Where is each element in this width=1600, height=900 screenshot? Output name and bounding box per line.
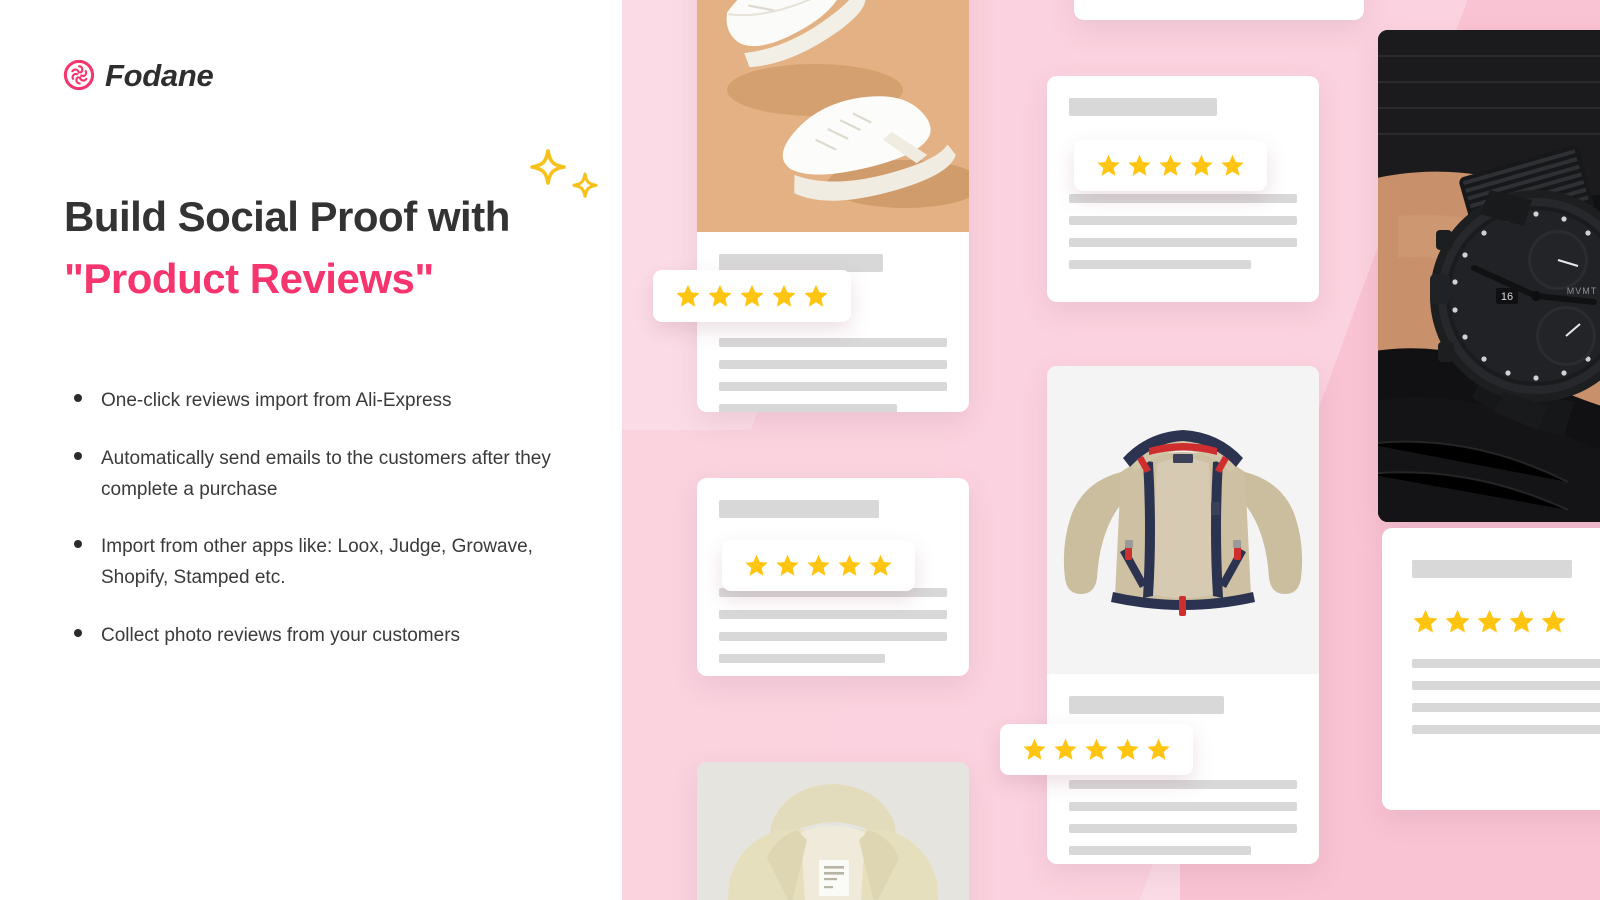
bullet-dot-icon <box>74 628 82 637</box>
placeholder-title-bar <box>1069 98 1218 116</box>
star-icon <box>1476 608 1503 635</box>
review-card-fleece-jacket[interactable] <box>1047 366 1319 864</box>
placeholder-title-bar <box>1412 560 1572 578</box>
review-card-watch-text[interactable] <box>1382 528 1600 810</box>
placeholder-text-lines <box>1069 780 1297 855</box>
rating-pill-fleece[interactable] <box>1000 724 1193 775</box>
star-icon <box>1096 153 1121 178</box>
review-card-watch-photo[interactable]: 16 MVMT <box>1378 30 1600 522</box>
star-icon <box>1053 737 1078 762</box>
bullet-dot-icon <box>74 451 82 460</box>
star-icon <box>675 283 701 309</box>
star-icon <box>868 553 893 578</box>
star-icon <box>1444 608 1471 635</box>
white-sneakers-photo <box>697 0 969 232</box>
star-icon <box>1146 737 1171 762</box>
star-icon <box>775 553 800 578</box>
placeholder-text-lines <box>719 338 947 412</box>
rating-pill-sneakers[interactable] <box>653 270 851 322</box>
left-content-panel: Fodane Build Social Proof with "Product … <box>0 0 622 900</box>
star-icon <box>1022 737 1047 762</box>
star-icon <box>1084 737 1109 762</box>
star-icon <box>1127 153 1152 178</box>
svg-text:16: 16 <box>1501 291 1513 303</box>
brand-name-text: Fodane <box>105 57 214 93</box>
brand-logo[interactable]: Fodane <box>62 57 214 93</box>
star-icon <box>771 283 797 309</box>
star-icon <box>806 553 831 578</box>
review-card-hooded-jacket[interactable] <box>697 762 969 900</box>
star-icon <box>1115 737 1140 762</box>
fodane-swirl-icon <box>62 58 96 92</box>
bullet-dot-icon <box>74 394 82 402</box>
review-card-partial-top[interactable] <box>1074 0 1364 20</box>
feature-list: One-click reviews import from Ali-Expres… <box>66 386 586 652</box>
rating-stars-watch[interactable] <box>1412 608 1600 635</box>
star-icon <box>739 283 765 309</box>
review-card-sneakers[interactable] <box>697 0 969 412</box>
beige-fleece-jacket-photo <box>1047 366 1319 674</box>
feature-text: One-click reviews import from Ali-Expres… <box>101 390 452 411</box>
placeholder-text-lines <box>719 588 947 663</box>
star-icon <box>1220 153 1245 178</box>
star-icon <box>744 553 769 578</box>
svg-text:MVMT: MVMT <box>1567 286 1598 296</box>
placeholder-title-bar <box>1069 696 1225 714</box>
review-card-body <box>1382 528 1600 762</box>
star-icon <box>707 283 733 309</box>
star-icon <box>1412 608 1439 635</box>
rating-pill-text-top[interactable] <box>1074 140 1267 191</box>
placeholder-text-lines <box>1412 659 1600 734</box>
black-chronograph-watch-photo: 16 MVMT <box>1378 30 1600 522</box>
headline-line-1: Build Social Proof with <box>64 193 510 240</box>
rating-pill-text-middle[interactable] <box>722 540 915 591</box>
promo-banner: Fodane Build Social Proof with "Product … <box>0 0 1600 900</box>
list-item: Automatically send emails to the custome… <box>66 444 586 506</box>
bullet-dot-icon <box>74 540 82 549</box>
star-icon <box>803 283 829 309</box>
star-icon <box>1540 608 1567 635</box>
star-icon <box>837 553 862 578</box>
star-icon <box>1189 153 1214 178</box>
star-icon <box>1158 153 1183 178</box>
placeholder-text-lines <box>1069 194 1297 269</box>
list-item: Collect photo reviews from your customer… <box>66 621 586 652</box>
placeholder-title-bar <box>719 500 879 518</box>
review-card-body <box>697 232 969 412</box>
headline-line-2: "Product Reviews" <box>64 255 434 303</box>
feature-text: Collect photo reviews from your customer… <box>101 624 461 646</box>
cream-hooded-jacket-photo <box>697 762 969 900</box>
list-item: One-click reviews import from Ali-Expres… <box>66 386 586 417</box>
feature-text: Automatically send emails to the custome… <box>101 447 551 500</box>
page-title: Build Social Proof with "Product Reviews… <box>64 186 604 310</box>
feature-text: Import from other apps like: Loox, Judge… <box>101 536 533 589</box>
list-item: Import from other apps like: Loox, Judge… <box>66 532 586 594</box>
review-cards-collage: 16 MVMT <box>622 0 1600 900</box>
star-icon <box>1508 608 1535 635</box>
